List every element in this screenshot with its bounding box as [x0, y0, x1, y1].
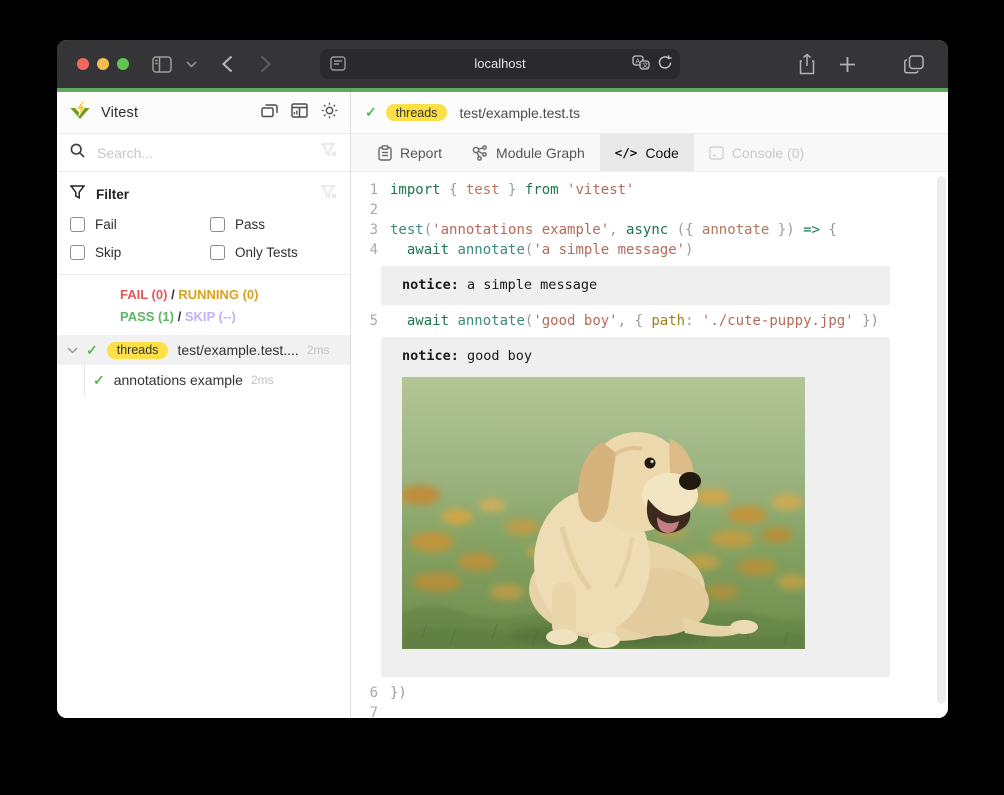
tab-code[interactable]: </> Code	[600, 134, 694, 171]
notice-label: notice:	[402, 277, 459, 293]
url-text: localhost	[320, 49, 680, 79]
checkbox-label: Only Tests	[235, 245, 298, 260]
window-controls	[77, 58, 129, 70]
dashboard-icon[interactable]	[291, 103, 308, 123]
summary-fail: FAIL (0)	[120, 287, 167, 302]
code-line: 3test('annotations example', async ({ an…	[351, 220, 948, 240]
test-summary: FAIL (0) / RUNNING (0) PASS (1) / SKIP (…	[57, 275, 350, 335]
vitest-logo-icon	[69, 99, 91, 126]
tab-module-graph[interactable]: Module Graph	[457, 134, 600, 171]
filter-checkbox-pass[interactable]: Pass	[210, 217, 337, 232]
clear-filters-icon[interactable]	[321, 185, 337, 204]
pool-badge: threads	[107, 342, 169, 359]
main-panel: ✓ threads test/example.test.ts Report	[351, 92, 948, 718]
test-file-name: test/example.test....	[177, 342, 298, 358]
code-line: 1import { test } from 'vitest'	[351, 180, 948, 200]
code-line: 6})	[351, 683, 948, 703]
zoom-window-button[interactable]	[117, 58, 129, 70]
tab-console[interactable]: Console (0)	[694, 134, 819, 171]
test-duration: 2ms	[251, 373, 274, 387]
test-case-row[interactable]: ✓ annotations example 2ms	[57, 365, 350, 395]
tab-label: Report	[400, 145, 442, 161]
reload-icon[interactable]	[658, 55, 672, 75]
search-bar[interactable]: Search...	[57, 134, 350, 172]
summary-skip: SKIP (--)	[185, 309, 236, 324]
filter-title: Filter	[96, 187, 321, 202]
new-tab-icon[interactable]	[839, 40, 856, 88]
sidebar-header: Vitest	[57, 92, 350, 134]
checkbox[interactable]	[70, 245, 85, 260]
code-line: 4 await annotate('a simple message')	[351, 240, 948, 260]
collapse-panels-icon[interactable]	[261, 103, 278, 123]
filter-section: Filter Fail	[57, 172, 350, 275]
clipboard-icon	[378, 145, 392, 161]
tab-label: Code	[645, 145, 678, 161]
test-case-name: annotations example	[114, 372, 243, 388]
summary-pass: PASS (1)	[120, 309, 174, 324]
file-header: ✓ threads test/example.test.ts	[351, 92, 948, 134]
browser-window: localhost A 文	[57, 40, 948, 718]
back-button[interactable]	[215, 40, 239, 88]
code-line: 7	[351, 703, 948, 718]
checkbox[interactable]	[70, 217, 85, 232]
tab-bar: Report Module Graph	[351, 134, 948, 172]
pass-check-icon: ✓	[93, 372, 105, 389]
annotation-notice-with-attachment: notice: good boy	[381, 337, 890, 677]
chevron-down-icon[interactable]	[67, 347, 78, 354]
pass-check-icon: ✓	[365, 104, 377, 121]
app-title: Vitest	[101, 105, 138, 121]
filter-checkbox-skip[interactable]: Skip	[70, 245, 210, 260]
checkbox-label: Fail	[95, 217, 117, 232]
scrollbar-thumb[interactable]	[937, 176, 946, 704]
minimize-window-button[interactable]	[97, 58, 109, 70]
desktop-background: localhost A 文	[0, 0, 1004, 795]
translate-icon[interactable]: A 文	[632, 55, 650, 75]
console-icon	[709, 146, 724, 160]
test-file-row[interactable]: ✓ threads test/example.test.... 2ms	[57, 335, 350, 365]
annotation-notice: notice: a simple message	[381, 266, 890, 305]
code-line: 5 await annotate('good boy', { path: './…	[351, 311, 948, 331]
tab-label: Console (0)	[732, 145, 804, 161]
share-icon[interactable]	[798, 40, 816, 88]
notice-text: good boy	[459, 348, 532, 364]
notice-text: a simple message	[459, 277, 597, 293]
tab-report[interactable]: Report	[363, 134, 457, 171]
checkbox-label: Pass	[235, 217, 265, 232]
code-line: 2	[351, 200, 948, 220]
code-icon: </>	[615, 145, 638, 160]
pool-badge: threads	[386, 104, 448, 121]
test-tree: ✓ threads test/example.test.... 2ms ✓ an…	[57, 335, 350, 395]
svg-text:文: 文	[642, 61, 648, 69]
module-graph-icon	[472, 145, 488, 161]
test-duration: 2ms	[307, 343, 330, 357]
address-bar[interactable]: localhost A 文	[320, 49, 680, 79]
clear-search-filter-icon[interactable]	[321, 143, 337, 162]
filter-funnel-icon	[70, 185, 85, 204]
search-icon	[70, 143, 85, 163]
code-editor[interactable]: 1import { test } from 'vitest' 2 3test('…	[351, 172, 948, 718]
tab-overview-icon[interactable]	[904, 40, 924, 88]
checkbox[interactable]	[210, 217, 225, 232]
theme-toggle-sun-icon[interactable]	[321, 102, 338, 124]
browser-toolbar: localhost A 文	[57, 40, 948, 88]
sidebar-toggle-icon[interactable]	[149, 40, 175, 88]
checkbox-label: Skip	[95, 245, 121, 260]
open-file-name: test/example.test.ts	[459, 105, 580, 121]
search-placeholder: Search...	[97, 145, 321, 161]
puppy-image[interactable]	[402, 377, 805, 649]
checkbox[interactable]	[210, 245, 225, 260]
pass-check-icon: ✓	[86, 342, 98, 359]
close-window-button[interactable]	[77, 58, 89, 70]
filter-checkbox-only-tests[interactable]: Only Tests	[210, 245, 337, 260]
sidebar: Vitest	[57, 92, 351, 718]
chevron-down-icon[interactable]	[183, 40, 199, 88]
tree-indent-guide	[84, 365, 85, 395]
filter-checkbox-fail[interactable]: Fail	[70, 217, 210, 232]
tab-label: Module Graph	[496, 145, 585, 161]
notice-label: notice:	[402, 348, 459, 364]
summary-running: RUNNING (0)	[178, 287, 258, 302]
forward-button[interactable]	[253, 40, 277, 88]
